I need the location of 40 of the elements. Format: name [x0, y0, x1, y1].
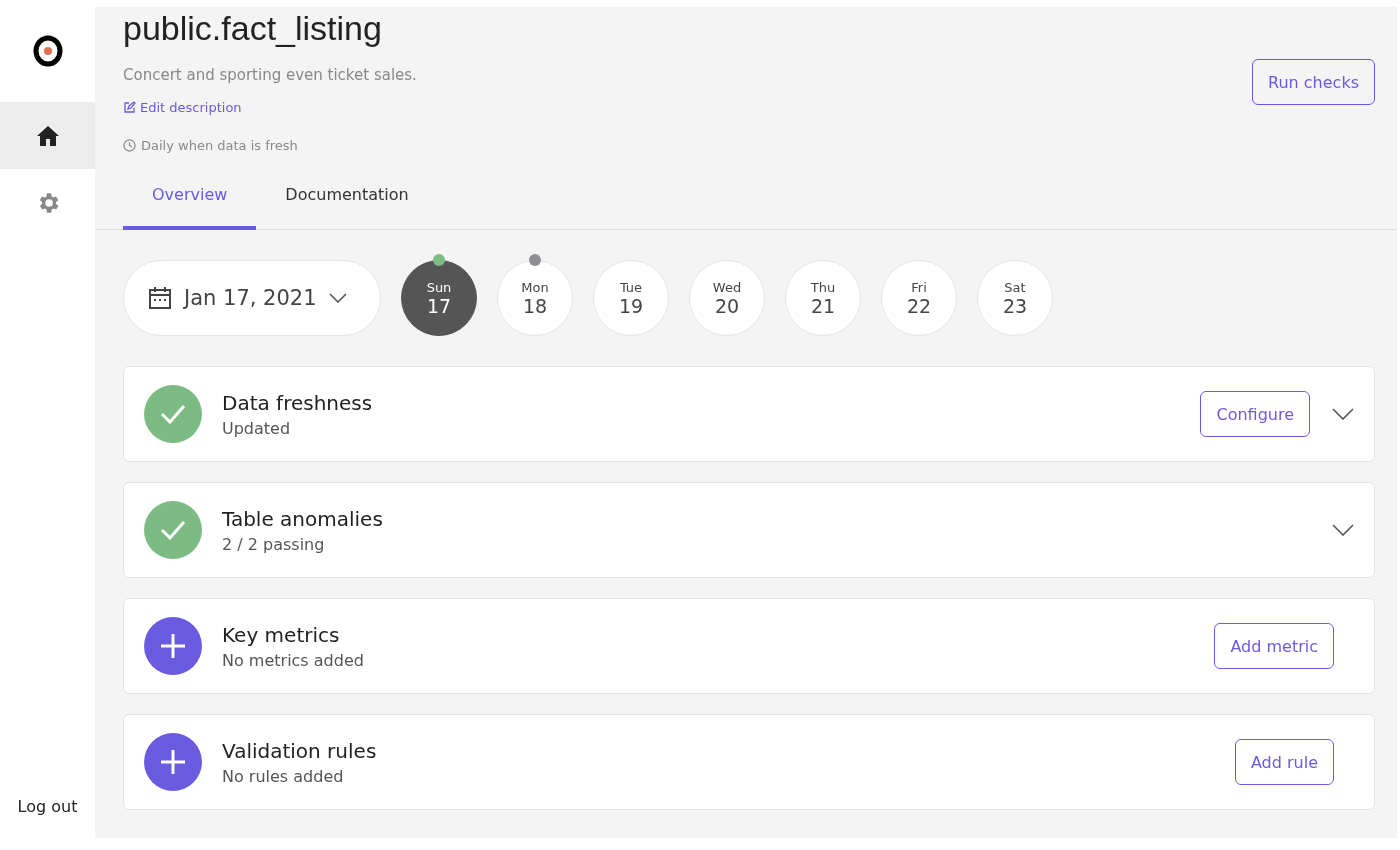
section-action-button[interactable]: Configure: [1200, 391, 1310, 437]
section-status: 2 / 2 passing: [222, 534, 326, 554]
date-picker[interactable]: Jan 17, 2021: [123, 260, 381, 336]
section-status: No rules added: [222, 766, 345, 786]
section-title: Data freshness: [222, 390, 374, 415]
day-button[interactable]: Tue 19: [593, 260, 669, 336]
chevron-down-icon[interactable]: [1332, 408, 1354, 420]
plus-icon[interactable]: [144, 733, 202, 791]
section-action-button[interactable]: Add metric: [1214, 623, 1334, 669]
section-title: Validation rules: [222, 738, 378, 763]
tab[interactable]: Documentation: [256, 175, 438, 230]
plus-icon[interactable]: [144, 617, 202, 675]
section-action-button[interactable]: Add rule: [1234, 739, 1334, 785]
table-title: public.fact_listing: [123, 9, 383, 48]
day-button[interactable]: Wed 20: [689, 260, 765, 336]
clock-icon: [123, 139, 136, 152]
chevron-down-icon[interactable]: [1332, 524, 1354, 536]
check-icon: [144, 385, 202, 443]
section-title: Table anomalies: [222, 506, 384, 531]
chevron-down-icon: [328, 293, 347, 303]
day-button[interactable]: Thu 21: [785, 260, 861, 336]
day-button[interactable]: Sat 23: [977, 260, 1053, 336]
section-status: Updated: [222, 418, 292, 438]
day-button[interactable]: Sun 17: [401, 260, 477, 336]
schedule-text: Daily when data is fresh: [141, 138, 298, 153]
logout-link[interactable]: Log out: [0, 797, 95, 850]
home-icon: [35, 124, 60, 147]
edit-icon[interactable]: [123, 101, 136, 114]
day-button[interactable]: Fri 22: [881, 260, 957, 336]
section-title: Key metrics: [222, 622, 341, 647]
sidebar-nav-item[interactable]: [0, 102, 95, 169]
logo-icon: [32, 35, 63, 67]
section-status: No metrics added: [222, 650, 365, 670]
check-icon: [144, 501, 202, 559]
edit-description-link[interactable]: Edit description: [140, 100, 242, 115]
day-button[interactable]: Mon 18: [497, 260, 573, 336]
run-checks-button[interactable]: Run checks: [1252, 59, 1375, 105]
tab[interactable]: Overview: [123, 175, 257, 230]
calendar-icon: [148, 286, 172, 310]
table-description: Concert and sporting even ticket sales.: [123, 66, 417, 84]
